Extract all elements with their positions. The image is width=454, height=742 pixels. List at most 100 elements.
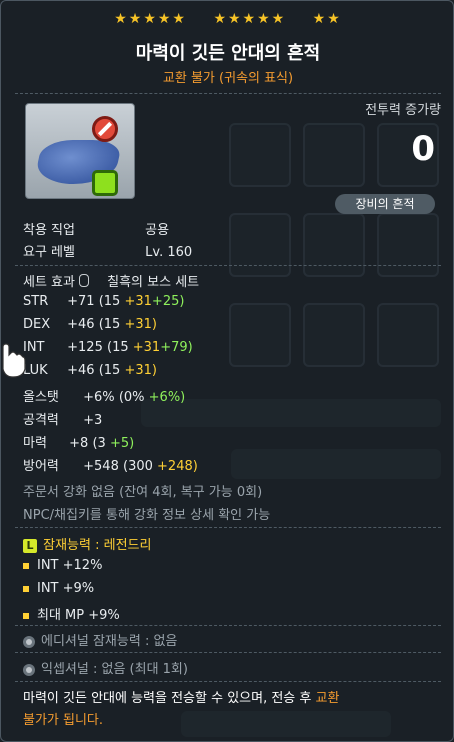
- additional-potential-icon: [23, 635, 35, 648]
- stat-int-row: INT +125 (15 +31+79): [23, 340, 193, 355]
- exceptional-row: 익셉셔널 : 없음 (최대 1회): [23, 658, 188, 677]
- divider: [15, 265, 441, 266]
- stat-total: +125: [67, 340, 103, 355]
- item-icon-frame: [25, 103, 135, 199]
- divider: [15, 681, 441, 682]
- potential-line: 최대 MP +9%: [23, 604, 120, 623]
- combat-power-label: 전투력 증가량: [365, 103, 441, 118]
- item-name: 마력이 깃든 안대의 흔적: [135, 43, 321, 64]
- star-group-2: ★★★★★: [213, 11, 287, 27]
- potential-line-text: 최대 MP +9%: [37, 608, 120, 623]
- stat-label: LUK: [23, 363, 48, 378]
- additional-potential-row: 에디셔널 잠재능력 : 없음: [23, 630, 177, 649]
- exceptional-icon: [23, 663, 35, 676]
- potential-line-text: INT +12%: [37, 558, 103, 573]
- job-row: 착용 직업 공용: [23, 219, 169, 238]
- divider: [15, 527, 441, 528]
- stat-base: (0%: [118, 390, 145, 405]
- potential-header: L 잠재능력 : 레전드리: [23, 534, 151, 553]
- stat-base: (15: [98, 363, 121, 378]
- item-tooltip: ★★★★★ ★★★★★ ★★ 마력이 깃든 안대의 흔적 교환 불가 (귀속의 …: [0, 0, 454, 742]
- stat-attack-row: 공격력 +3: [23, 409, 102, 428]
- stat-star: +31): [124, 363, 157, 378]
- stat-total: +8: [69, 436, 89, 451]
- stat-star: +248): [157, 459, 198, 474]
- level-label: 요구 레벨: [23, 245, 75, 260]
- stat-label: DEX: [23, 317, 51, 332]
- stat-total: +71: [67, 294, 95, 309]
- background-counter: [181, 711, 391, 737]
- stat-base: (300: [123, 459, 153, 474]
- stat-defense-row: 방어력 +548 (300 +248): [23, 455, 198, 474]
- tradeability-status: 교환 불가 (귀속의 표식): [162, 71, 294, 86]
- stat-bonus: +25): [151, 294, 185, 309]
- background-slot: [377, 303, 439, 367]
- mouse-icon: [78, 274, 89, 287]
- stat-str-row: STR +71 (15 +31+25): [23, 294, 184, 309]
- background-slot: [303, 213, 365, 277]
- stat-base: (15: [98, 294, 121, 309]
- bullet-icon: [23, 612, 29, 619]
- green-lock-icon: [92, 170, 118, 196]
- potential-line: INT +12%: [23, 558, 102, 573]
- stat-label: 방어력: [23, 459, 59, 474]
- bullet-icon: [23, 562, 29, 569]
- transfer-note-line1: 마력이 깃든 안대에 능력을 전승할 수 있으며, 전승 후 교환: [23, 687, 339, 706]
- stat-star: +31): [124, 317, 157, 332]
- stat-label: INT: [23, 340, 45, 355]
- stat-label: 공격력: [23, 413, 59, 428]
- transfer-note-highlight: 교환: [315, 691, 340, 706]
- level-row: 요구 레벨 Lv. 160: [23, 241, 192, 260]
- stat-total: +3: [83, 413, 103, 428]
- stat-magic-row: 마력 +8 (3 +5): [23, 432, 134, 451]
- stat-dex-row: DEX +46 (15 +31): [23, 317, 157, 332]
- transfer-note-text: 마력이 깃든 안대에 능력을 전승할 수 있으며, 전승 후: [23, 691, 316, 706]
- stat-label: 올스탯: [23, 390, 59, 405]
- potential-line-text: INT +9%: [37, 581, 95, 596]
- stat-total: +46: [67, 317, 95, 332]
- set-effect-label: 세트 효과: [23, 275, 75, 290]
- background-slot: [377, 213, 439, 277]
- job-value: 공용: [145, 223, 170, 238]
- potential-title: 잠재능력 : 레전드리: [43, 538, 152, 553]
- stat-total: +548: [83, 459, 119, 474]
- npc-info: NPC/채집키를 통해 강화 정보 상세 확인 가능: [23, 508, 271, 523]
- background-slot: [229, 303, 291, 367]
- divider: [15, 652, 441, 653]
- stat-bonus: +5): [109, 436, 135, 451]
- additional-potential-text: 에디셔널 잠재능력 : 없음: [41, 634, 178, 649]
- set-effect-value: 칠흑의 보스 세트: [107, 275, 200, 290]
- no-trade-icon: [92, 116, 118, 142]
- bullet-icon: [23, 585, 29, 592]
- stat-base: (15: [98, 317, 121, 332]
- background-button-row: [141, 399, 441, 427]
- stat-star: +31: [124, 294, 152, 309]
- stat-luk-row: LUK +46 (15 +31): [23, 363, 157, 378]
- star-group-1: ★★★★★: [114, 11, 187, 27]
- transfer-note-line2: 불가가 됩니다.: [23, 713, 104, 728]
- potential-line: INT +9%: [23, 581, 94, 596]
- stat-base: (3: [92, 436, 106, 451]
- background-slot: [303, 303, 365, 367]
- level-value: Lv. 160: [145, 245, 193, 260]
- stat-base: (15: [107, 340, 129, 355]
- star-force-rating: ★★★★★ ★★★★★ ★★: [1, 11, 453, 27]
- divider: [15, 625, 441, 626]
- scroll-enhance-info: 주문서 강화 없음 (잔여 4회, 복구 가능 0회): [23, 485, 263, 500]
- stat-total: +46: [67, 363, 95, 378]
- stat-bonus: +6%): [148, 390, 186, 405]
- stat-label: STR: [23, 294, 49, 309]
- background-tab-row: [231, 449, 441, 479]
- equipment-trace-badge: 장비의 흔적: [335, 194, 435, 214]
- stat-total: +6%: [83, 390, 115, 405]
- set-effect-row: 세트 효과 칠흑의 보스 세트: [23, 271, 199, 290]
- stat-allstat-row: 올스탯 +6% (0% +6%): [23, 386, 185, 405]
- exceptional-text: 익셉셔널 : 없음 (최대 1회): [41, 662, 188, 677]
- stat-bonus: +79): [160, 340, 193, 355]
- legendary-potential-icon: L: [23, 538, 37, 553]
- stat-label: 마력: [23, 436, 47, 451]
- background-slot: [229, 213, 291, 277]
- job-label: 착용 직업: [23, 223, 75, 238]
- stat-star: +31: [132, 340, 161, 355]
- combat-power-value: 0: [411, 129, 435, 169]
